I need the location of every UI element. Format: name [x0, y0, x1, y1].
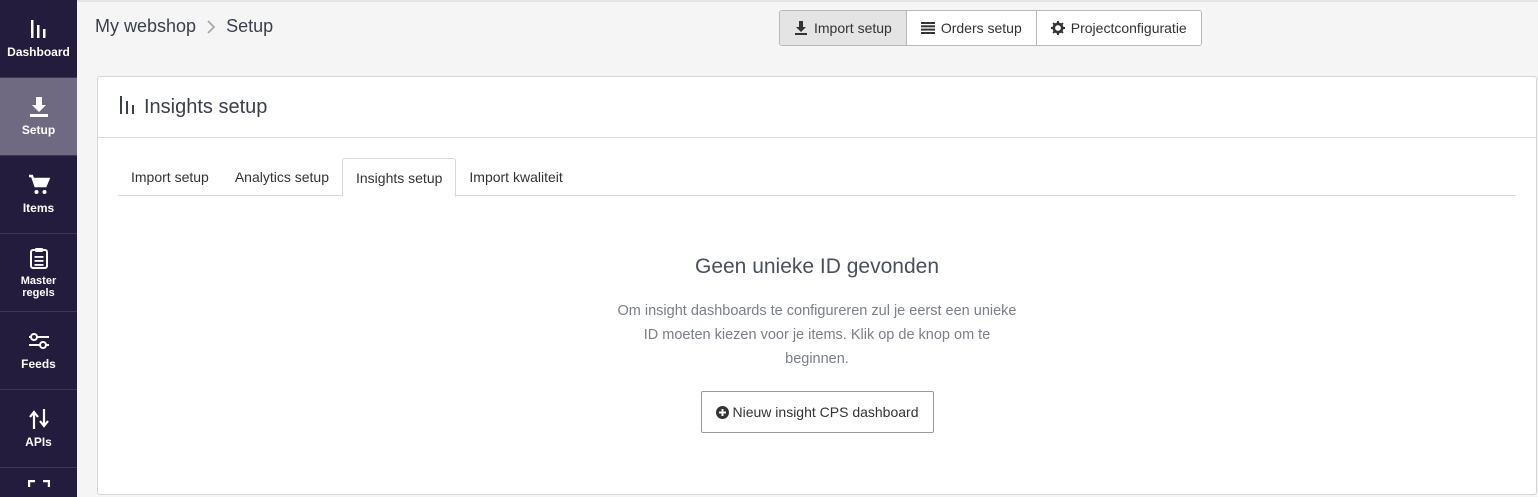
bar-chart-icon [28, 18, 50, 40]
bar-chart-icon [120, 95, 136, 120]
sidebar-item-label: Setup [21, 123, 56, 137]
sidebar-item-label: Dashboard [7, 45, 70, 59]
breadcrumb-item-webshop[interactable]: My webshop [95, 16, 196, 37]
sidebar-item-label: Master regels [20, 274, 57, 299]
fullscreen-icon [27, 480, 50, 497]
orders-setup-button[interactable]: Orders setup [906, 11, 1037, 45]
tab-insights-setup[interactable]: Insights setup [342, 158, 457, 197]
download-icon [28, 96, 50, 118]
tab-import-kwaliteit[interactable]: Import kwaliteit [456, 158, 575, 196]
empty-state-text: Om insight dashboards te configureren zu… [617, 303, 1017, 367]
plus-circle-icon [715, 405, 729, 419]
sidebar-item-master-regels[interactable]: Master regels [0, 234, 77, 312]
orders-setup-label: Orders setup [940, 20, 1022, 36]
sidebar-item-more[interactable] [0, 468, 77, 497]
sidebar-item-dashboard[interactable]: Dashboard [0, 0, 77, 78]
sidebar: Dashboard Setup Items Master regels Feed… [0, 0, 77, 497]
download-icon [795, 21, 807, 35]
gear-icon [1050, 21, 1065, 35]
tab-analytics-setup[interactable]: Analytics setup [222, 158, 342, 196]
chevron-right-icon [206, 19, 216, 34]
projectconfiguratie-label: Projectconfiguratie [1070, 20, 1187, 36]
breadcrumb: My webshop Setup [95, 16, 273, 37]
new-insight-dashboard-label: Nieuw insight CPS dashboard [732, 404, 919, 420]
sidebar-item-apis[interactable]: APIs [0, 390, 77, 468]
empty-state-title: Geen unieke ID gevonden [694, 255, 939, 278]
empty-state: Geen unieke ID gevonden Om insight dashb… [98, 255, 1536, 433]
topbar: My webshop Setup Import setup Orders set… [77, 0, 1538, 55]
card-title: Insights setup [144, 95, 268, 118]
sidebar-item-label: Items [22, 201, 55, 215]
clipboard-icon [28, 247, 50, 269]
import-setup-label: Import setup [814, 20, 892, 36]
sidebar-item-setup[interactable]: Setup [0, 78, 77, 156]
setup-tabs: Import setup Analytics setup Insights se… [118, 158, 1516, 197]
insights-setup-card: Insights setup Import setup Analytics se… [97, 76, 1537, 495]
sidebar-item-label: APIs [25, 435, 52, 449]
list-icon [920, 22, 935, 34]
swap-vertical-icon [28, 408, 50, 430]
sidebar-item-feeds[interactable]: Feeds [0, 312, 77, 390]
sidebar-item-items[interactable]: Items [0, 156, 77, 234]
sliders-icon [28, 330, 50, 352]
setup-button-group: Import setup Orders setup Projectconfigu… [779, 10, 1202, 46]
breadcrumb-item-setup: Setup [226, 16, 274, 36]
sidebar-item-label: Feeds [21, 357, 56, 371]
tab-import-setup[interactable]: Import setup [118, 158, 222, 196]
import-setup-button[interactable]: Import setup [780, 11, 907, 45]
cart-icon [28, 174, 50, 196]
projectconfiguratie-button[interactable]: Projectconfiguratie [1036, 11, 1201, 45]
card-header: Insights setup [98, 77, 1536, 138]
new-insight-dashboard-button[interactable]: Nieuw insight CPS dashboard [700, 391, 934, 433]
